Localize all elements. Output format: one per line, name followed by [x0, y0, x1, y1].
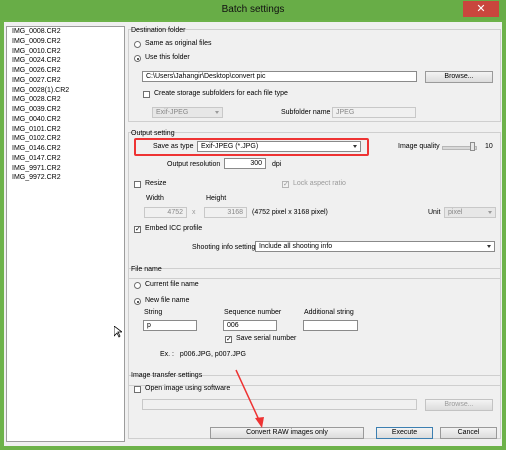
batch-settings-window: Batch settings ✕ IMG_0008.CR2 IMG_0009.CR…	[0, 0, 506, 450]
annotation-arrow	[235, 369, 264, 428]
mouse-cursor-icon	[114, 326, 122, 338]
annotation-arrow-line	[235, 369, 260, 421]
annotation-arrow-head	[255, 417, 264, 428]
